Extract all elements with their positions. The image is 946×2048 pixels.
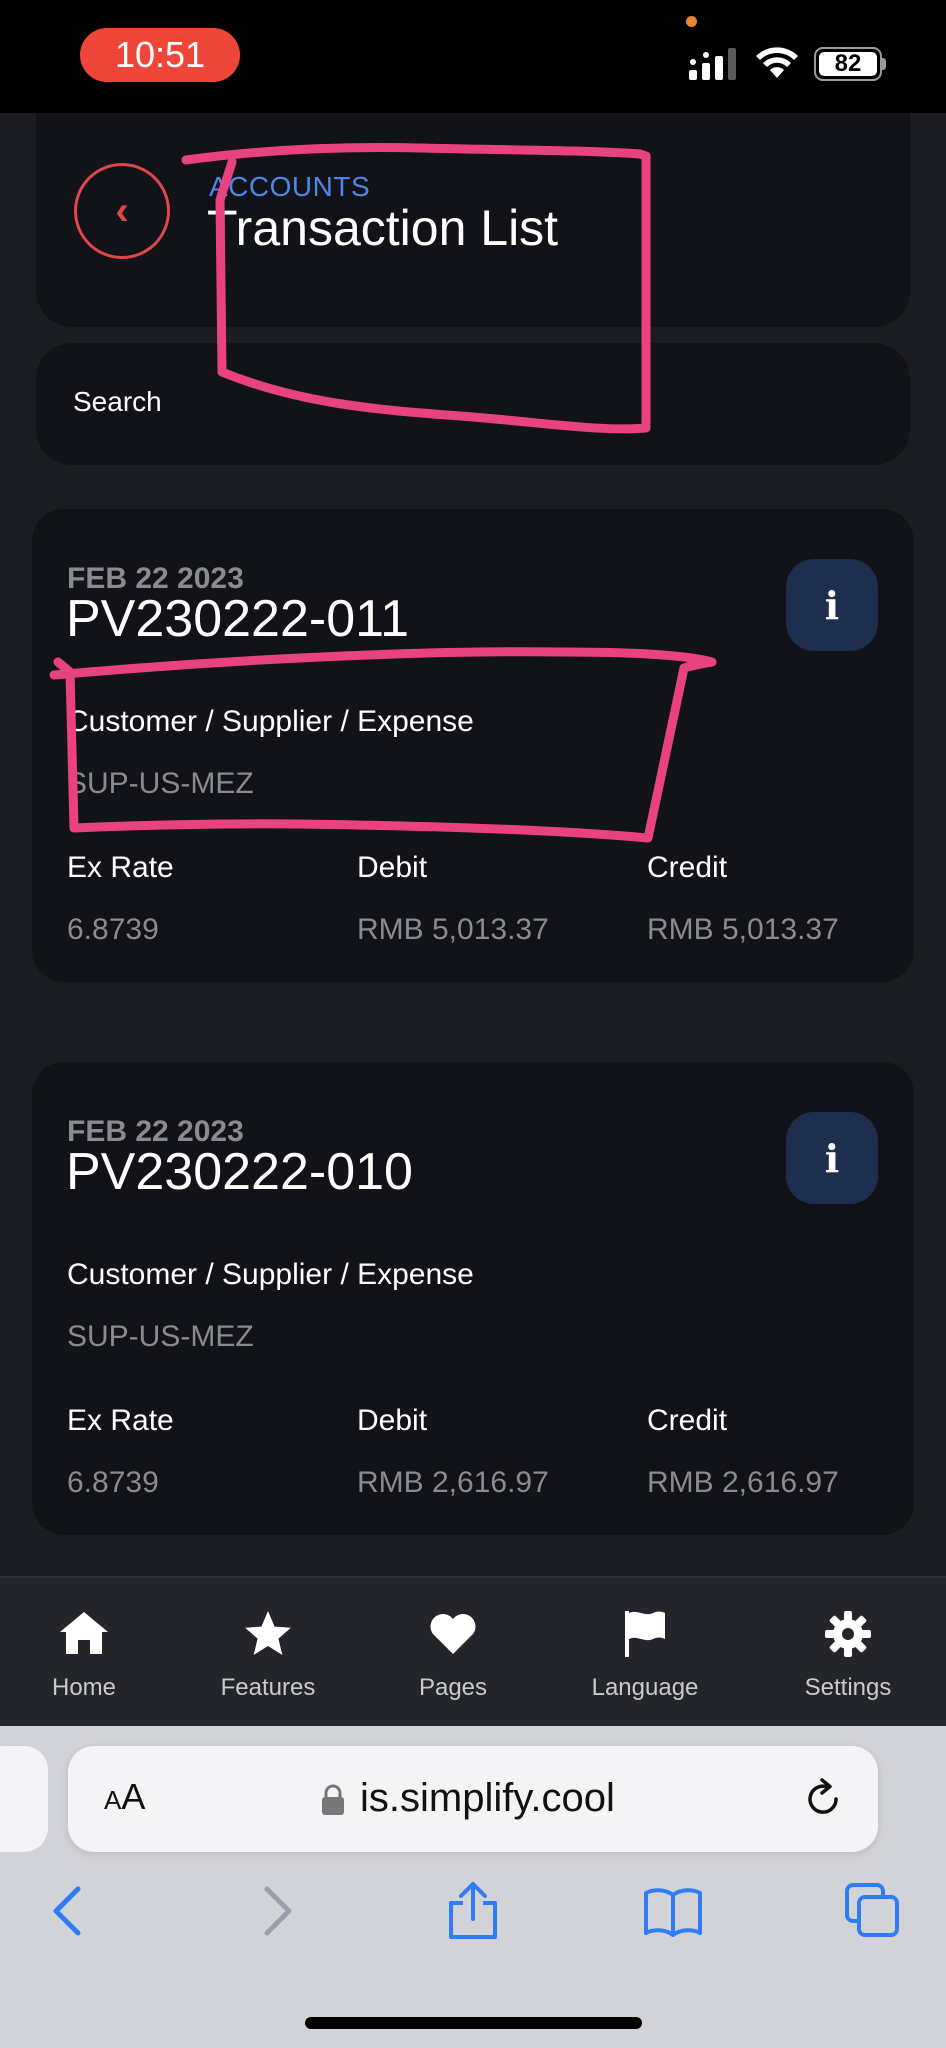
tab-label: Home <box>51 1674 117 1701</box>
info-icon: i <box>824 582 840 628</box>
heart-icon <box>430 1614 476 1654</box>
bookmarks-icon[interactable] <box>643 1881 703 1941</box>
transaction-card[interactable]: FEB 22 2023 PV230222-010 i Customer / Su… <box>32 1062 914 1535</box>
credit-value: RMB 2,616.97 <box>647 1466 839 1499</box>
tab-label: Features <box>220 1674 316 1701</box>
tab-pages[interactable]: Pages <box>373 1608 533 1718</box>
reload-icon[interactable] <box>802 1778 844 1820</box>
url-text[interactable]: is.simplify.cool <box>360 1776 615 1821</box>
chevron-left-icon: ‹ <box>115 188 129 233</box>
party-value: SUP-US-MEZ <box>67 767 254 800</box>
aa-small: A <box>104 1785 122 1815</box>
battery-tip <box>882 58 886 70</box>
battery-level: 82 <box>819 52 877 76</box>
party-label: Customer / Supplier / Expense <box>67 705 474 738</box>
party-label: Customer / Supplier / Expense <box>67 1258 474 1291</box>
ex-rate-label: Ex Rate <box>67 1404 174 1437</box>
tab-home[interactable]: Home <box>4 1608 164 1718</box>
debit-label: Debit <box>357 1404 428 1437</box>
back-button[interactable]: ‹ <box>74 163 170 259</box>
previous-tab-preview[interactable] <box>0 1746 48 1852</box>
tab-label: Language <box>591 1674 699 1701</box>
status-time[interactable]: 10:51 <box>80 28 240 82</box>
ex-rate-label: Ex Rate <box>67 851 174 884</box>
home-icon <box>60 1612 108 1654</box>
share-icon[interactable] <box>443 1881 503 1941</box>
credit-value: RMB 5,013.37 <box>647 913 839 946</box>
star-icon <box>245 1611 291 1655</box>
battery-icon: 82 <box>814 47 882 81</box>
info-button[interactable]: i <box>786 559 878 651</box>
bottom-tab-bar: Home Features Pages Language Settings <box>0 1576 946 1726</box>
wifi-icon <box>756 47 798 78</box>
tabs-icon[interactable] <box>843 1881 903 1941</box>
transaction-card[interactable]: FEB 22 2023 PV230222-011 i Customer / Su… <box>32 509 914 982</box>
transaction-id: PV230222-010 <box>66 1143 413 1201</box>
browser-toolbar: AA is.simplify.cool <box>0 1726 946 2048</box>
home-indicator <box>305 2017 642 2029</box>
tab-settings[interactable]: Settings <box>768 1608 928 1718</box>
aa-large: A <box>121 1776 146 1817</box>
cellular-signal-icon <box>689 48 736 80</box>
transaction-id: PV230222-011 <box>66 590 410 648</box>
tab-language[interactable]: Language <box>565 1608 725 1718</box>
lock-icon <box>322 1784 344 1815</box>
address-bar[interactable]: AA is.simplify.cool <box>68 1746 878 1852</box>
ex-rate-value: 6.8739 <box>67 913 159 946</box>
page-title: Transaction List <box>207 200 559 256</box>
party-value: SUP-US-MEZ <box>67 1320 254 1353</box>
credit-label: Credit <box>647 1404 728 1437</box>
debit-value: RMB 2,616.97 <box>357 1466 549 1499</box>
tab-label: Settings <box>804 1674 892 1701</box>
search-label: Search <box>73 386 162 417</box>
browser-forward-icon[interactable] <box>245 1881 305 1941</box>
info-button[interactable]: i <box>786 1112 878 1204</box>
privacy-indicator-dot <box>686 16 697 27</box>
debit-label: Debit <box>357 851 428 884</box>
status-bar: 10:51 82 <box>0 0 946 113</box>
tab-features[interactable]: Features <box>188 1608 348 1718</box>
reader-settings-button[interactable]: AA <box>104 1776 145 1818</box>
info-icon: i <box>824 1135 840 1181</box>
credit-label: Credit <box>647 851 728 884</box>
flag-icon <box>625 1611 665 1657</box>
tab-label: Pages <box>418 1674 488 1701</box>
browser-back-icon[interactable] <box>40 1881 100 1941</box>
debit-value: RMB 5,013.37 <box>357 913 549 946</box>
ex-rate-value: 6.8739 <box>67 1466 159 1499</box>
gear-icon <box>825 1611 871 1657</box>
search-input[interactable] <box>36 343 910 465</box>
